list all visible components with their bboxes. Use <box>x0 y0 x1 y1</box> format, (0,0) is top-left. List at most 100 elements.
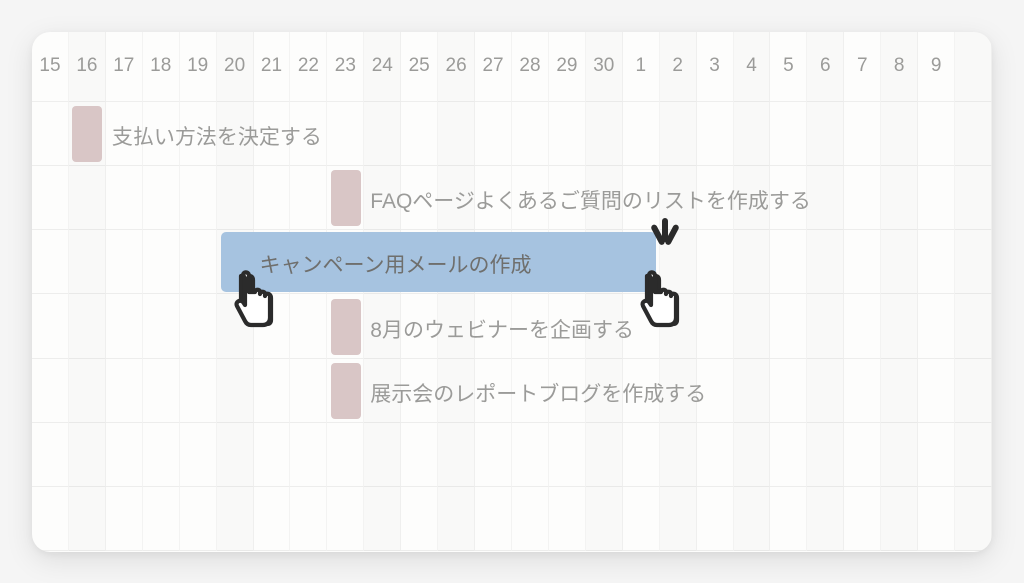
grid-cell[interactable] <box>143 230 180 294</box>
grid-cell[interactable] <box>881 487 918 551</box>
grid-cell[interactable] <box>623 102 660 166</box>
grid-cell[interactable] <box>475 487 512 551</box>
grid-cell[interactable] <box>660 102 697 166</box>
grid-cell[interactable] <box>143 423 180 487</box>
grid-cell[interactable] <box>254 166 291 230</box>
task-campaign-label[interactable]: キャンペーン用メールの作成 <box>260 249 532 279</box>
grid-cell[interactable] <box>660 423 697 487</box>
grid-cell[interactable] <box>438 423 475 487</box>
grid-cell[interactable] <box>955 359 992 423</box>
grid-cell[interactable] <box>660 487 697 551</box>
grid-cell[interactable] <box>69 423 106 487</box>
task-faq-label[interactable]: FAQページよくあるご質問のリストを作成する <box>370 185 811 215</box>
grid-cell[interactable] <box>290 166 327 230</box>
grid-cell[interactable] <box>770 294 807 358</box>
grid-cell[interactable] <box>106 487 143 551</box>
grid-cell[interactable] <box>32 423 69 487</box>
grid-cell[interactable] <box>364 102 401 166</box>
grid-cell[interactable] <box>918 102 955 166</box>
grid-cell[interactable] <box>807 166 844 230</box>
grid-cell[interactable] <box>955 166 992 230</box>
grid-cell[interactable] <box>770 423 807 487</box>
grid-cell[interactable] <box>881 102 918 166</box>
grid-cell[interactable] <box>918 423 955 487</box>
grid-cell[interactable] <box>807 423 844 487</box>
grid-cell[interactable] <box>143 359 180 423</box>
grid-cell[interactable] <box>401 487 438 551</box>
grid-cell[interactable] <box>697 294 734 358</box>
grid-cell[interactable] <box>955 102 992 166</box>
grid-cell[interactable] <box>807 294 844 358</box>
task-payment-marker[interactable] <box>72 106 102 162</box>
grid-cell[interactable] <box>217 359 254 423</box>
grid-cell[interactable] <box>807 487 844 551</box>
grid-cell[interactable] <box>290 423 327 487</box>
grid-cell[interactable] <box>32 166 69 230</box>
grid-cell[interactable] <box>32 102 69 166</box>
grid-cell[interactable] <box>770 487 807 551</box>
grid-cell[interactable] <box>217 166 254 230</box>
grid-cell[interactable] <box>697 230 734 294</box>
grid-cell[interactable] <box>844 423 881 487</box>
grid-cell[interactable] <box>32 359 69 423</box>
grid-cell[interactable] <box>881 166 918 230</box>
grid-cell[interactable] <box>918 359 955 423</box>
grid-cell[interactable] <box>69 294 106 358</box>
grid-cell[interactable] <box>807 230 844 294</box>
grid-cell[interactable] <box>106 166 143 230</box>
grid-cell[interactable] <box>697 423 734 487</box>
grid-cell[interactable] <box>290 294 327 358</box>
grid-cell[interactable] <box>770 359 807 423</box>
grid-cell[interactable] <box>475 423 512 487</box>
grid-cell[interactable] <box>918 230 955 294</box>
grid-cell[interactable] <box>401 423 438 487</box>
grid-cell[interactable] <box>217 487 254 551</box>
grid-cell[interactable] <box>143 166 180 230</box>
grid-cell[interactable] <box>844 166 881 230</box>
grid-cell[interactable] <box>438 487 475 551</box>
grid-cell[interactable] <box>586 423 623 487</box>
grid-cell[interactable] <box>143 294 180 358</box>
grid-cell[interactable] <box>881 230 918 294</box>
grid-cell[interactable] <box>955 230 992 294</box>
grid-cell[interactable] <box>143 487 180 551</box>
grid-cell[interactable] <box>254 487 291 551</box>
grid-cell[interactable] <box>290 359 327 423</box>
grid-cell[interactable] <box>180 294 217 358</box>
grid-cell[interactable] <box>734 423 771 487</box>
grid-cell[interactable] <box>327 423 364 487</box>
grid-cell[interactable] <box>697 487 734 551</box>
grid-cell[interactable] <box>180 230 217 294</box>
grid-cell[interactable] <box>254 423 291 487</box>
grid-cell[interactable] <box>697 102 734 166</box>
grid-cell[interactable] <box>807 102 844 166</box>
grid-cell[interactable] <box>69 487 106 551</box>
grid-cell[interactable] <box>32 294 69 358</box>
grid-cell[interactable] <box>586 487 623 551</box>
grid-cell[interactable] <box>770 230 807 294</box>
grid-cell[interactable] <box>586 102 623 166</box>
grid-cell[interactable] <box>549 487 586 551</box>
grid-cell[interactable] <box>881 359 918 423</box>
grid-cell[interactable] <box>770 102 807 166</box>
task-report-marker[interactable] <box>331 363 361 419</box>
grid-cell[interactable] <box>807 359 844 423</box>
grid-cell[interactable] <box>881 423 918 487</box>
task-webinar-marker[interactable] <box>331 299 361 355</box>
grid-cell[interactable] <box>180 487 217 551</box>
grid-cell[interactable] <box>844 230 881 294</box>
grid-cell[interactable] <box>364 423 401 487</box>
grid-cell[interactable] <box>290 487 327 551</box>
grid-cell[interactable] <box>180 359 217 423</box>
grid-cell[interactable] <box>881 294 918 358</box>
grid-cell[interactable] <box>512 423 549 487</box>
grid-cell[interactable] <box>512 487 549 551</box>
grid-cell[interactable] <box>254 359 291 423</box>
task-payment-label[interactable]: 支払い方法を決定する <box>112 121 322 151</box>
grid-cell[interactable] <box>734 294 771 358</box>
grid-cell[interactable] <box>364 487 401 551</box>
grid-cell[interactable] <box>844 487 881 551</box>
grid-cell[interactable] <box>734 102 771 166</box>
grid-cell[interactable] <box>217 423 254 487</box>
grid-cell[interactable] <box>180 423 217 487</box>
